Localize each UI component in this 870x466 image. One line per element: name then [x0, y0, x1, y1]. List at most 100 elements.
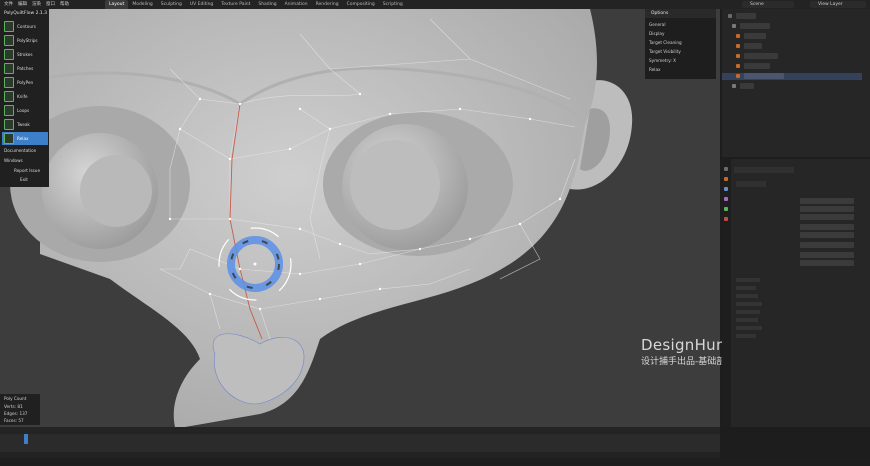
tab-animation[interactable]: Animation: [281, 0, 312, 9]
tool-loops[interactable]: Loops: [2, 104, 48, 117]
property-field[interactable]: [800, 242, 854, 248]
tool-loops-label: Loops: [17, 108, 30, 113]
property-field[interactable]: [800, 206, 854, 212]
3d-viewport[interactable]: [0, 9, 720, 427]
menu-render[interactable]: 渲染: [32, 1, 41, 7]
knife-icon: [4, 91, 14, 102]
outliner-label: [744, 43, 762, 49]
scene-label: Scene: [750, 2, 764, 7]
options-header[interactable]: Options: [645, 9, 716, 18]
object-icon: [736, 64, 740, 68]
outliner-row[interactable]: [722, 33, 862, 40]
outliner-label: [744, 53, 778, 59]
tab-layout[interactable]: Layout: [105, 0, 129, 9]
object-tab-icon[interactable]: [724, 177, 728, 181]
properties-section[interactable]: [736, 278, 760, 282]
tool-tweak[interactable]: Tweak: [2, 118, 48, 131]
outliner-label: [744, 63, 770, 69]
properties-section[interactable]: [736, 294, 758, 298]
data-tab-icon[interactable]: [724, 207, 728, 211]
property-field[interactable]: [800, 232, 854, 238]
property-field[interactable]: [800, 214, 854, 220]
tab-uv-editing[interactable]: UV Editing: [186, 0, 217, 9]
outliner-row[interactable]: [722, 83, 862, 90]
outliner-label: [740, 83, 754, 89]
exit-button[interactable]: Exit: [20, 177, 28, 182]
view-layer-label: View Layer: [818, 2, 843, 7]
pupil-right: [350, 140, 440, 230]
outliner-row[interactable]: [722, 63, 862, 70]
options-general[interactable]: General: [649, 22, 666, 27]
properties-section[interactable]: [736, 334, 756, 338]
menu-help[interactable]: 帮助: [60, 1, 69, 7]
tool-contours[interactable]: Contours: [2, 20, 48, 33]
tool-polypen-label: PolyPen: [17, 80, 34, 85]
properties-header: [734, 167, 794, 173]
properties-tabs: [722, 159, 731, 427]
property-field[interactable]: [800, 224, 854, 230]
property-field[interactable]: [800, 198, 854, 204]
options-relax[interactable]: Relax: [649, 67, 661, 72]
modifier-tab-icon[interactable]: [724, 187, 728, 191]
tool-strokes[interactable]: Strokes: [2, 48, 48, 61]
monkey-mesh: [10, 9, 633, 427]
relax-icon: [4, 133, 14, 144]
tool-polypen[interactable]: PolyPen: [2, 76, 48, 89]
outliner-label: [744, 33, 766, 39]
view-layer-selector[interactable]: View Layer: [810, 1, 866, 8]
scene-selector[interactable]: Scene: [742, 1, 794, 8]
properties-section[interactable]: [736, 286, 756, 290]
tool-relax[interactable]: Relax: [2, 132, 48, 145]
material-tab-icon[interactable]: [724, 217, 728, 221]
outliner-row[interactable]: [722, 53, 862, 60]
tool-polystrips[interactable]: PolyStrips: [2, 34, 48, 47]
menu-edit[interactable]: 编辑: [18, 1, 27, 7]
status-bar: [0, 458, 870, 466]
properties-section[interactable]: [736, 318, 758, 322]
tab-modeling[interactable]: Modeling: [128, 0, 156, 9]
strokes-icon: [4, 49, 14, 60]
tool-knife[interactable]: Knife: [2, 90, 48, 103]
options-display[interactable]: Display: [649, 31, 664, 36]
documentation-link[interactable]: Documentation: [4, 148, 36, 153]
main-menu: 文件 编辑 渲染 窗口 帮助: [4, 1, 69, 7]
properties-section[interactable]: [736, 302, 762, 306]
report-issue-button[interactable]: Report Issue: [14, 168, 40, 173]
options-target-visibility[interactable]: Target Visibility: [649, 49, 681, 54]
outliner-row[interactable]: [722, 23, 862, 30]
menu-window[interactable]: 窗口: [46, 1, 55, 7]
tab-texture-paint[interactable]: Texture Paint: [217, 0, 254, 9]
options-symmetry[interactable]: Symmetry: X: [649, 58, 676, 63]
collection-icon: [732, 84, 736, 88]
tool-tab-icon[interactable]: [724, 167, 728, 171]
tab-compositing[interactable]: Compositing: [343, 0, 379, 9]
outliner-row[interactable]: [722, 43, 862, 50]
timeline[interactable]: [0, 427, 720, 458]
properties-section[interactable]: [736, 310, 760, 314]
loops-icon: [4, 105, 14, 116]
pupil-left: [80, 155, 152, 227]
outliner-row[interactable]: [722, 13, 862, 20]
options-target-cleaning[interactable]: Target Cleaning: [649, 40, 682, 45]
tool-knife-label: Knife: [17, 94, 28, 99]
tool-patches[interactable]: Patches: [2, 62, 48, 75]
outliner-panel[interactable]: [722, 9, 870, 157]
tab-scripting[interactable]: Scripting: [379, 0, 407, 9]
object-icon: [736, 54, 740, 58]
constraint-tab-icon[interactable]: [724, 197, 728, 201]
object-icon: [736, 34, 740, 38]
property-field[interactable]: [800, 252, 854, 258]
menu-file[interactable]: 文件: [4, 1, 13, 7]
collection-icon: [732, 24, 736, 28]
object-icon: [736, 74, 740, 78]
playhead[interactable]: [24, 434, 28, 444]
tab-rendering[interactable]: Rendering: [312, 0, 343, 9]
options-panel: Options General Display Target Cleaning …: [645, 9, 716, 79]
windows-menu[interactable]: Windows: [4, 158, 23, 163]
top-bar: 文件 编辑 渲染 窗口 帮助 Layout Modeling Sculpting…: [0, 0, 870, 9]
outliner-row-selected[interactable]: [722, 73, 862, 80]
properties-section[interactable]: [736, 326, 762, 330]
tab-shading[interactable]: Shading: [254, 0, 280, 9]
property-field[interactable]: [800, 260, 854, 266]
tab-sculpting[interactable]: Sculpting: [157, 0, 186, 9]
